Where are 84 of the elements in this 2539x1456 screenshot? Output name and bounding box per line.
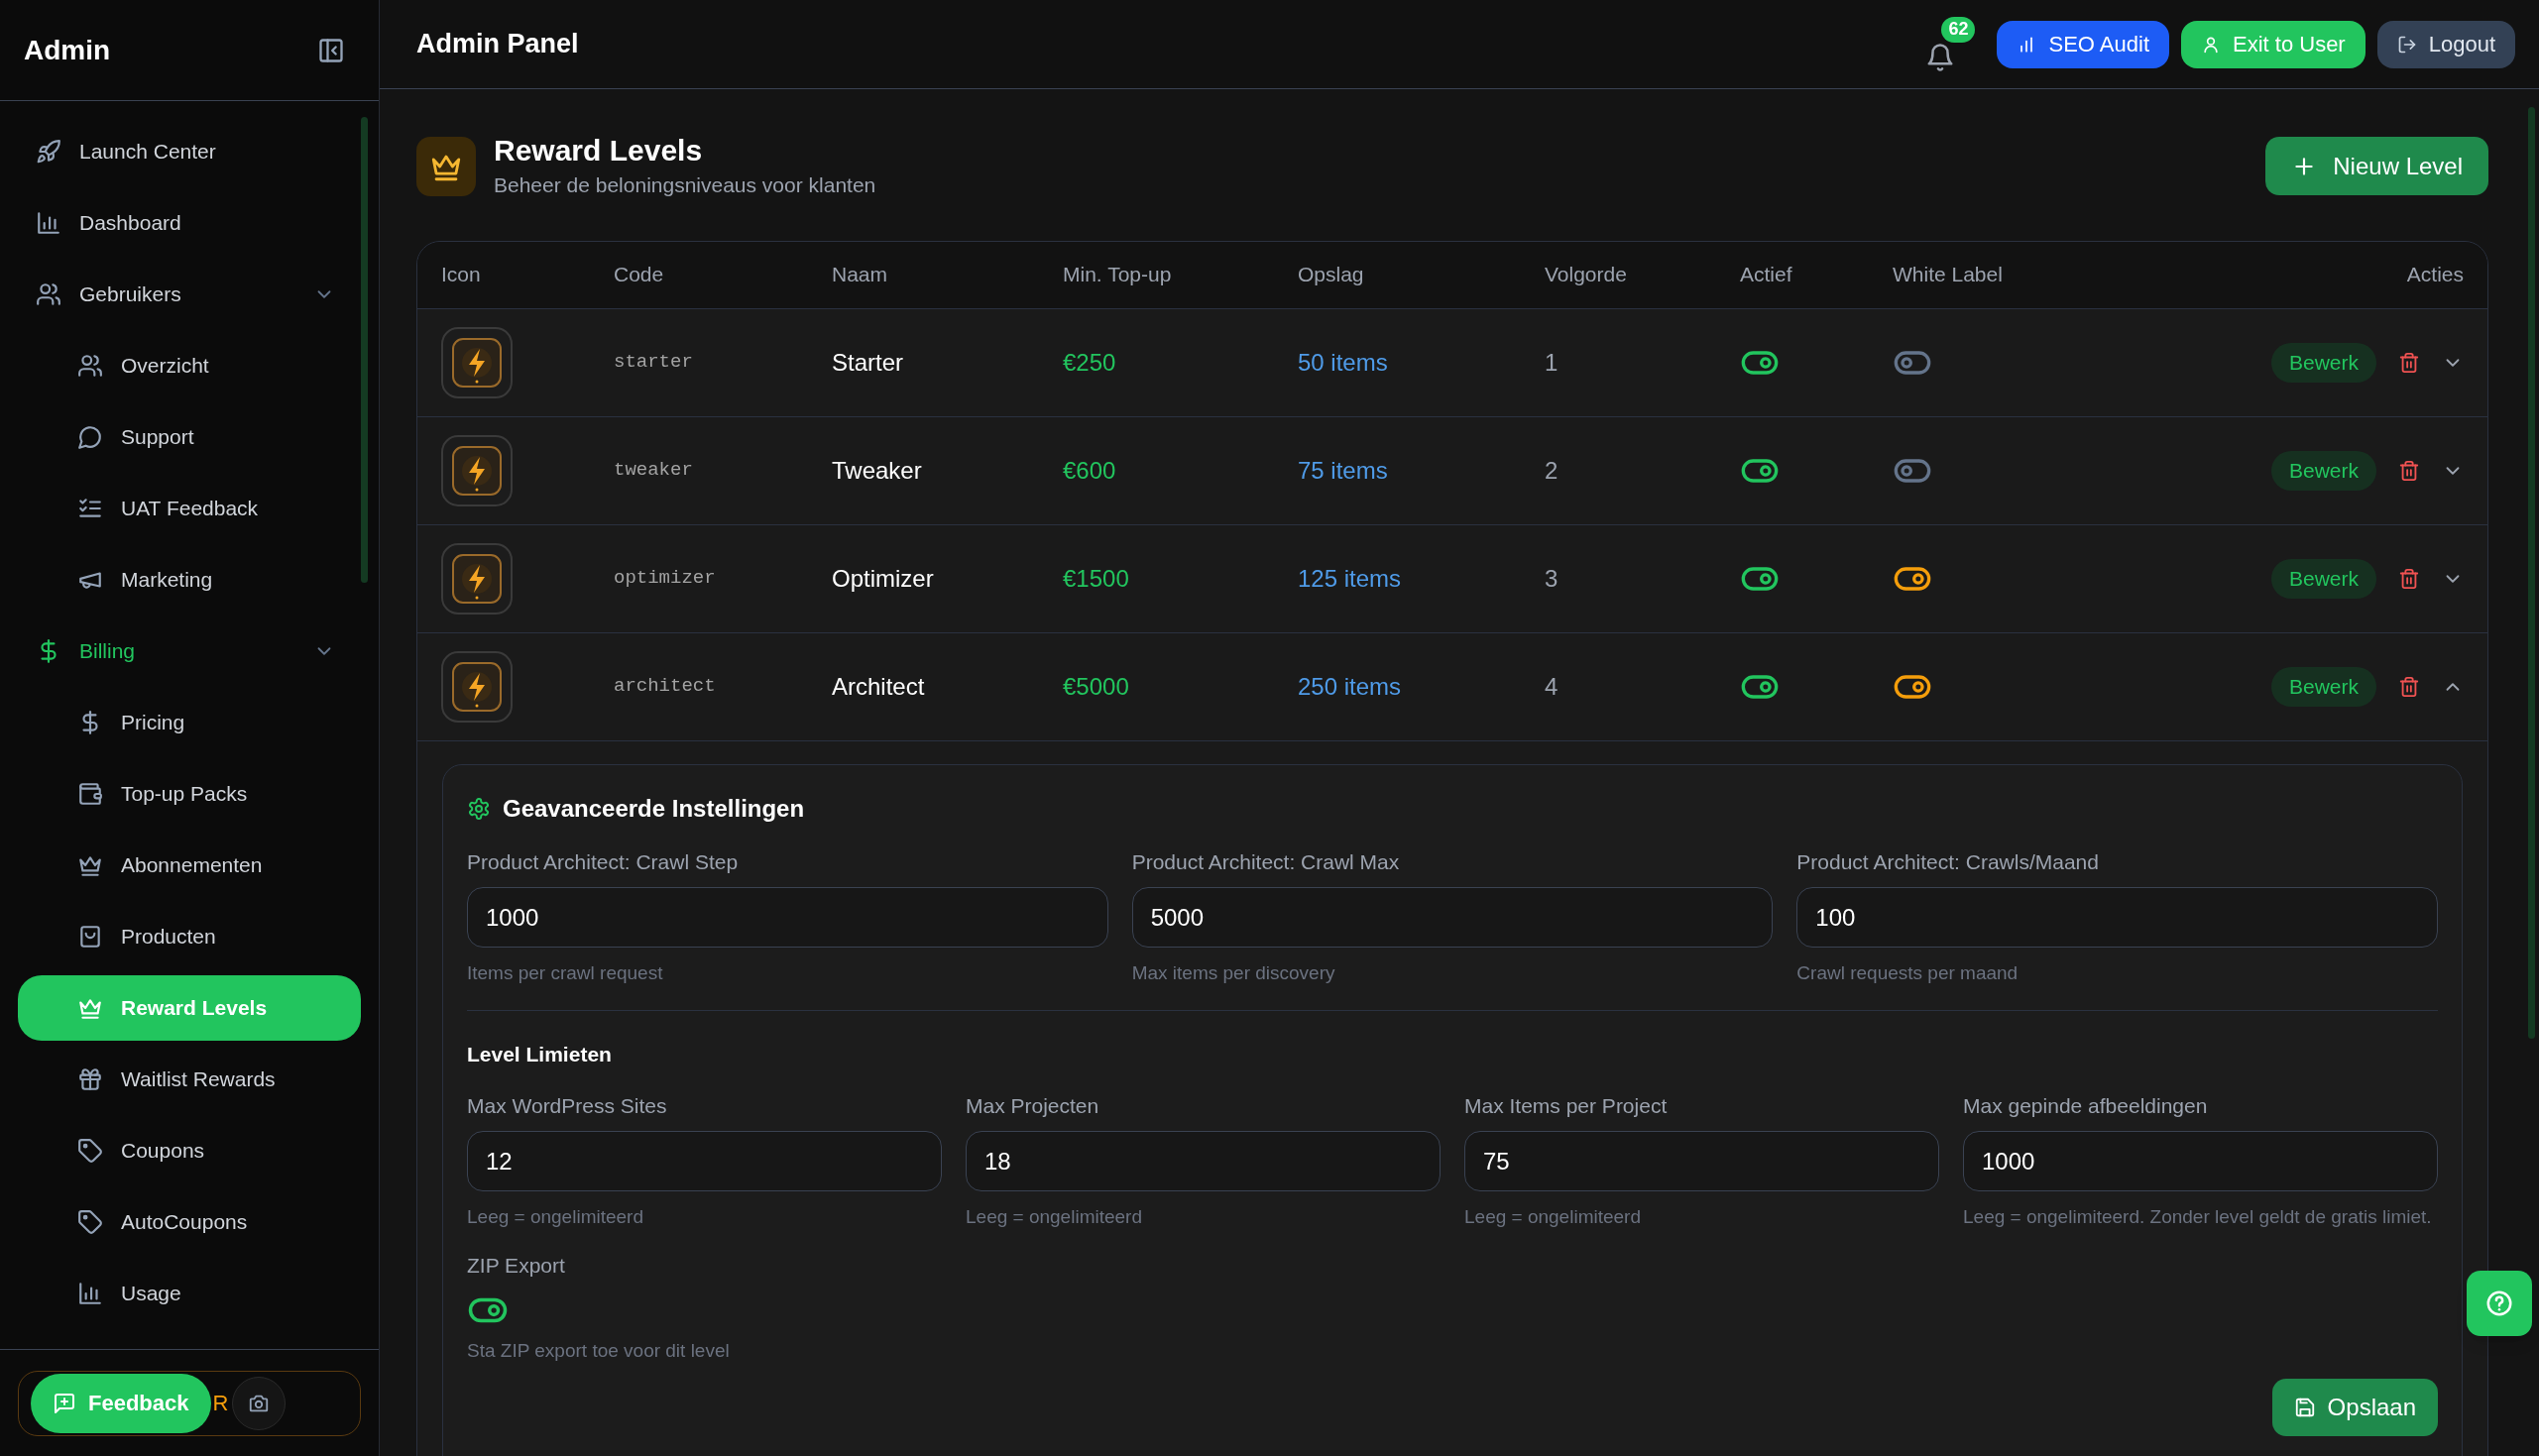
column-header: Icon — [441, 262, 482, 288]
table-cell-text: architect — [614, 674, 716, 700]
input-field[interactable]: 75 — [1464, 1131, 1939, 1191]
column-header: Code — [614, 262, 665, 288]
input-field[interactable]: 18 — [966, 1131, 1441, 1191]
table-cell-text: starter — [614, 350, 693, 376]
table-cell-text: 50 items — [1298, 347, 1388, 378]
column-header: White Label — [1893, 262, 2004, 288]
input-field[interactable]: 1000 — [467, 887, 1108, 948]
sidebar-item[interactable]: Top-up Packs — [18, 761, 361, 827]
section-title: Level Limieten — [467, 1042, 613, 1067]
table-cell-text: €600 — [1063, 455, 1116, 486]
panel-title: Admin Panel — [416, 28, 579, 61]
page-subtitle: Beheer de beloningsniveaus voor klanten — [494, 172, 876, 198]
field-label: Product Architect: Crawl Step — [467, 848, 740, 875]
table-cell-text: 2 — [1545, 455, 1558, 486]
sidebar-item[interactable]: Abonnementen — [18, 833, 361, 898]
field-label: Max WordPress Sites — [467, 1092, 668, 1119]
table-cell-text: optimizer — [614, 566, 716, 592]
table-cell-text: 1 — [1545, 347, 1558, 378]
input-field[interactable]: 12 — [467, 1131, 942, 1191]
column-header: Opslag — [1298, 262, 1365, 288]
column-header: Min. Top-up — [1063, 262, 1173, 288]
sidebar-item[interactable]: AutoCoupons — [18, 1189, 361, 1255]
table-cell-text: Optimizer — [832, 563, 934, 594]
edit-button[interactable]: Bewerk — [2270, 666, 2376, 707]
page-title: Reward Levels — [494, 133, 704, 168]
seo-audit-button[interactable]: SEO Audit — [1997, 20, 2169, 68]
sidebar-item[interactable]: UAT Feedback — [18, 476, 361, 541]
field-hint: Leeg = ongelimiteerd — [467, 1205, 644, 1229]
sidebar-item[interactable]: Billing — [18, 618, 361, 684]
table-cell-text: tweaker — [614, 458, 693, 484]
sidebar-item[interactable]: Usage — [18, 1261, 361, 1326]
sidebar-item[interactable]: Support — [18, 404, 361, 470]
sidebar-item[interactable]: Waitlist Rewards — [18, 1047, 361, 1112]
edit-button[interactable]: Bewerk — [2270, 558, 2376, 599]
field-hint: Max items per discovery — [1131, 961, 1336, 985]
sidebar-item[interactable]: Gebruikers — [18, 262, 361, 327]
field-label: Max gepinde afbeeldingen — [1963, 1092, 2209, 1119]
sidebar-item[interactable]: Marketing — [18, 547, 361, 613]
edit-button[interactable]: Bewerk — [2270, 342, 2376, 383]
sidebar-item[interactable]: Coupons — [18, 1118, 361, 1183]
sidebar-item[interactable]: Launch Center — [18, 119, 361, 184]
sidebar-item[interactable]: Producten — [18, 904, 361, 969]
logout-button[interactable]: Logout — [2376, 20, 2515, 68]
field-label: Max Projecten — [966, 1092, 1100, 1119]
input-field[interactable]: 1000 — [1963, 1131, 2438, 1191]
field-hint: Leeg = ongelimiteerd. Zonder level geldt de gratis limiet. — [1963, 1205, 2433, 1229]
field-hint: Crawl requests per maand — [1796, 961, 2020, 985]
field-hint: Leeg = ongelimiteerd — [1464, 1205, 1642, 1229]
save-button[interactable]: Opslaan — [2271, 1379, 2438, 1436]
field-hint: Items per crawl request — [467, 961, 664, 985]
field-label: Product Architect: Crawl Max — [1131, 848, 1401, 875]
column-header: Acties — [2405, 262, 2464, 288]
sidebar-title: Admin — [24, 33, 111, 67]
column-header: Naam — [832, 262, 889, 288]
notification-count: 62 — [1941, 16, 1976, 43]
sidebar-item[interactable]: Pricing — [18, 690, 361, 755]
table-cell-text: 3 — [1545, 563, 1558, 594]
table-cell-text: Starter — [832, 347, 904, 378]
sidebar-item[interactable]: Dashboard — [18, 190, 361, 256]
field-label: Max Items per Project — [1464, 1092, 1669, 1119]
field-hint: Leeg = ongelimiteerd — [966, 1205, 1143, 1229]
table-cell-text: €250 — [1063, 347, 1116, 378]
field-hint: Sta ZIP export toe voor dit level — [467, 1338, 731, 1363]
field-label: ZIP Export — [467, 1253, 566, 1279]
panel-text: R — [212, 1390, 229, 1417]
table-cell-text: 75 items — [1298, 455, 1388, 486]
input-field[interactable]: 100 — [1796, 887, 2438, 948]
input-field[interactable]: 5000 — [1131, 887, 1774, 948]
section-title: Geavanceerde Instellingen — [503, 793, 805, 824]
table-cell-text: 4 — [1545, 671, 1558, 702]
sidebar-item[interactable]: Overzicht — [18, 333, 361, 398]
table-cell-text: Tweaker — [832, 455, 922, 486]
table-cell-text: 125 items — [1298, 563, 1402, 594]
table-cell-text: 250 items — [1298, 671, 1402, 702]
new-level-button[interactable]: Nieuw Level — [2265, 137, 2488, 196]
table-cell-text: €5000 — [1063, 671, 1129, 702]
column-header: Actief — [1740, 262, 1793, 288]
table-cell-text: €1500 — [1063, 563, 1129, 594]
column-header: Volgorde — [1545, 262, 1628, 288]
field-label: Product Architect: Crawls/Maand — [1796, 848, 2100, 875]
edit-button[interactable]: Bewerk — [2270, 450, 2376, 491]
table-cell-text: Architect — [832, 671, 925, 702]
